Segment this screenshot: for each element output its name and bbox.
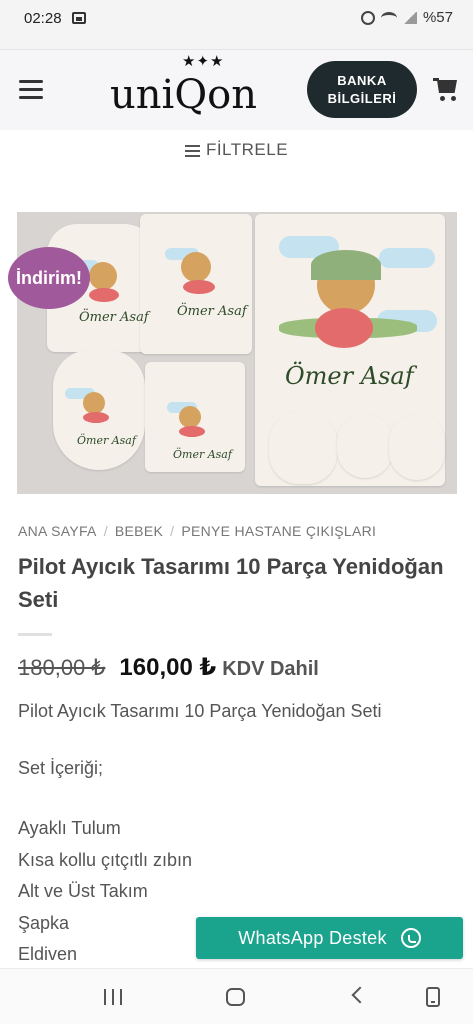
- status-indicators: %57: [360, 9, 453, 26]
- nav-recent-icon[interactable]: [104, 989, 122, 1005]
- status-bar: 02:28 %57: [0, 0, 473, 38]
- list-item: Eldiven: [18, 944, 78, 964]
- whatsapp-icon: [400, 928, 421, 948]
- plane-graphic: [179, 426, 205, 437]
- garment-mitten: [389, 414, 445, 480]
- wifi-icon: [380, 11, 397, 24]
- price-row: 180,00 ₺ 160,00 ₺ KDV Dahil: [18, 653, 319, 682]
- bear-graphic: [83, 392, 105, 414]
- list-item: Kısa kollu çıtçıtlı zıbın: [18, 849, 193, 870]
- nav-home-icon[interactable]: [226, 988, 245, 1006]
- cart-icon[interactable]: [433, 78, 459, 102]
- cloud-graphic: [379, 248, 435, 268]
- top-strip: [0, 38, 473, 50]
- bodysuit-name-print: Ömer Asaf: [79, 310, 149, 325]
- breadcrumb-separator: /: [170, 523, 175, 539]
- whatsapp-support-button[interactable]: WhatsApp Destek: [196, 917, 463, 959]
- breadcrumb-category-link[interactable]: PENYE HASTANE ÇIKIŞLARI: [181, 523, 376, 539]
- garment-hat: [269, 412, 337, 484]
- old-price: 180,00 ₺: [18, 655, 106, 680]
- filter-button[interactable]: FİLTRELE: [0, 140, 473, 160]
- plane-graphic: [83, 412, 109, 423]
- bank-info-button[interactable]: BANKA BİLGİLERİ: [307, 61, 417, 118]
- bib-name-print: Ömer Asaf: [77, 434, 136, 447]
- breadcrumb-baby-link[interactable]: BEBEK: [115, 523, 163, 539]
- bear-graphic: [89, 262, 117, 290]
- tax-note: KDV Dahil: [222, 658, 319, 680]
- title-divider: [18, 633, 52, 636]
- breadcrumb-separator: /: [103, 523, 108, 539]
- list-item: Şapka: [18, 912, 70, 933]
- product-title: Pilot Ayıcık Tasarımı 10 Parça Yenidoğan…: [18, 554, 444, 612]
- plane-graphic: [89, 288, 119, 302]
- plane-graphic: [183, 280, 215, 294]
- list-item: Alt ve Üst Takım: [18, 881, 148, 901]
- blanket-name-print: Ömer Asaf: [285, 362, 414, 390]
- tshirt-name-print: Ömer Asaf: [177, 304, 247, 319]
- bear-graphic: [181, 252, 211, 282]
- pilot-cap-graphic: [311, 250, 381, 280]
- plane-graphic: [315, 308, 373, 348]
- contents-list: Ayaklı Tulum Kısa kollu çıtçıtlı zıbın A…: [18, 813, 192, 971]
- contents-heading: Set İçeriği;: [18, 758, 104, 778]
- logo-stars-icon: ★✦★: [182, 53, 225, 70]
- filter-icon: [184, 142, 200, 160]
- product-image[interactable]: Ömer Asaf Ömer Asaf Ömer Asaf Ömer Asaf …: [17, 212, 457, 494]
- battery-level: %57: [422, 9, 453, 26]
- breadcrumb: ANA SAYFA / BEBEK / PENYE HASTANE ÇIKIŞLARI: [18, 523, 376, 539]
- site-header: ★✦★ uniQon BANKA BİLGİLERİ: [0, 50, 473, 130]
- breadcrumb-home-link[interactable]: ANA SAYFA: [18, 523, 97, 539]
- whatsapp-label: WhatsApp Destek: [238, 927, 387, 948]
- garment-mitten: [337, 414, 393, 478]
- status-time: 02:28: [24, 10, 62, 27]
- site-logo[interactable]: uniQon: [110, 72, 257, 118]
- top-name-print: Ömer Asaf: [173, 448, 232, 461]
- system-navigation-bar: [0, 968, 473, 1024]
- filter-label: FİLTRELE: [205, 140, 289, 159]
- list-item: Ayaklı Tulum: [18, 818, 121, 838]
- signal-icon: [402, 11, 417, 24]
- sale-price: 160,00 ₺: [119, 654, 217, 681]
- nav-back-icon[interactable]: [351, 986, 369, 1004]
- menu-icon[interactable]: [19, 80, 43, 100]
- gallery-notification-icon: [72, 12, 86, 24]
- nav-keyboard-icon[interactable]: [426, 987, 440, 1007]
- alarm-icon: [360, 10, 375, 25]
- bear-graphic: [179, 406, 201, 428]
- product-description: Pilot Ayıcık Tasarımı 10 Parça Yenidoğan…: [18, 701, 382, 721]
- sale-badge: İndirim!: [8, 247, 90, 309]
